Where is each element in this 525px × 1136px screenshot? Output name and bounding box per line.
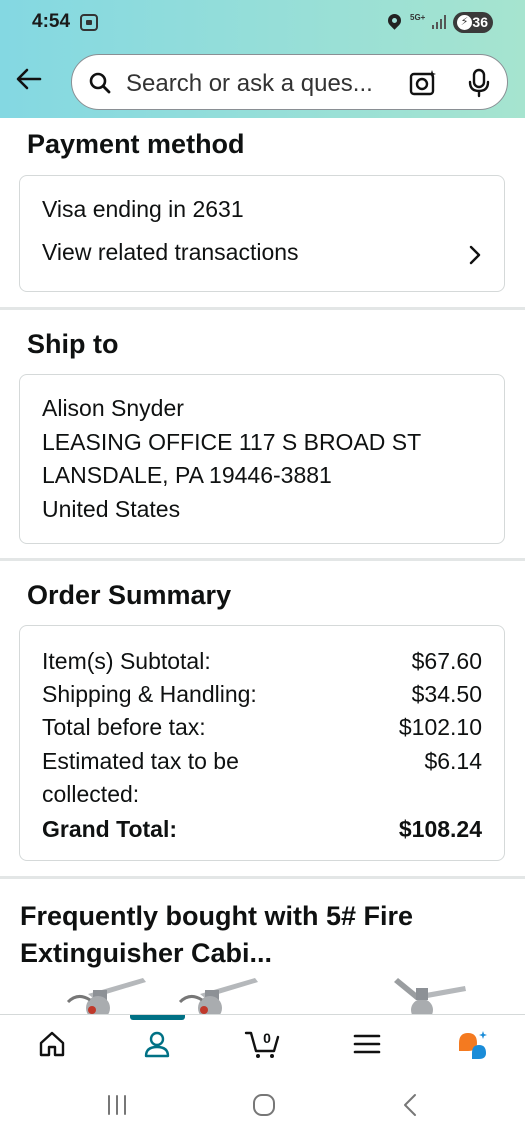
status-time: 4:54 <box>32 11 71 32</box>
summary-value: $67.60 <box>411 648 482 674</box>
product-image[interactable] <box>380 972 480 1017</box>
summary-row-tax: Estimated tax to be collected: $6.14 <box>42 748 482 814</box>
summary-label: Shipping & Handling: <box>42 681 257 707</box>
section-divider <box>0 558 525 561</box>
back-nav-icon[interactable] <box>398 1092 424 1118</box>
home-button-icon[interactable] <box>251 1092 277 1118</box>
section-divider <box>0 307 525 310</box>
section-divider <box>0 876 525 879</box>
summary-label: Item(s) Subtotal: <box>42 648 211 674</box>
ship-to-title: Ship to <box>27 329 119 359</box>
fire-extinguisher-image <box>178 978 258 1017</box>
view-transactions-label: View related transactions <box>42 239 299 265</box>
back-button[interactable] <box>14 64 44 94</box>
ship-address-line2: LANSDALE, PA 19446-3881 <box>42 462 332 488</box>
fire-extinguisher-image <box>66 978 146 1017</box>
ship-to-card: Alison Snyder LEASING OFFICE 117 S BROAD… <box>19 374 505 544</box>
arrow-left-icon <box>16 68 42 90</box>
frequently-bought-title: Frequently bought with 5# Fire Extinguis… <box>20 901 414 968</box>
rufus-icon <box>459 1031 487 1059</box>
cart-count: 0 <box>263 1030 271 1046</box>
top-header: 4:54 5G+ ⚡ 36 Search or ask a ques... <box>0 0 525 118</box>
system-navigation-bar <box>0 1076 525 1136</box>
order-summary-title: Order Summary <box>27 580 232 610</box>
payment-method-title: Payment method <box>27 129 245 159</box>
menu-icon <box>353 1034 381 1054</box>
signal-icon <box>432 15 448 29</box>
summary-value: $34.50 <box>411 681 482 707</box>
recent-apps-icon[interactable] <box>104 1092 130 1118</box>
nav-cart[interactable]: 0 <box>236 1015 296 1075</box>
nav-home[interactable] <box>23 1015 83 1075</box>
summary-label-cont: collected: <box>42 781 140 807</box>
product-image[interactable] <box>160 972 270 1017</box>
summary-label: Estimated tax to be <box>42 748 239 774</box>
home-icon <box>39 1031 65 1057</box>
payment-card: Visa ending in 2631 View related transac… <box>19 175 505 292</box>
ship-name: Alison Snyder <box>42 395 184 421</box>
order-summary-card: Item(s) Subtotal: $67.60 Shipping & Hand… <box>19 625 505 861</box>
summary-value: $102.10 <box>398 714 482 740</box>
grand-total-label: Grand Total: <box>42 816 178 842</box>
search-icon <box>89 72 111 94</box>
camera-search-icon[interactable] <box>408 68 438 98</box>
product-image[interactable] <box>48 972 158 1017</box>
battery-saver-icon: ⚡ <box>457 15 472 30</box>
nav-rufus[interactable] <box>442 1015 502 1075</box>
account-icon <box>144 1031 170 1058</box>
bottom-navigation: 0 <box>0 1014 525 1076</box>
status-bar: 4:54 5G+ ⚡ 36 <box>0 0 525 46</box>
battery-indicator: ⚡ 36 <box>453 12 493 33</box>
nav-account[interactable] <box>128 1015 188 1075</box>
location-icon <box>385 11 404 30</box>
search-bar[interactable]: Search or ask a ques... <box>71 54 508 110</box>
ship-country: United States <box>42 496 181 522</box>
network-label: 5G+ <box>410 13 426 22</box>
ship-address-line1: LEASING OFFICE 117 S BROAD ST <box>42 429 422 455</box>
payment-card-text: Visa ending in 2631 <box>42 196 244 222</box>
grand-total-value: $108.24 <box>398 816 482 842</box>
summary-value: $6.14 <box>424 748 482 774</box>
search-input[interactable]: Search or ask a ques... <box>126 70 373 98</box>
nav-menu[interactable] <box>338 1015 398 1075</box>
microphone-icon[interactable] <box>467 68 491 98</box>
summary-label: Total before tax: <box>42 714 206 740</box>
fire-extinguisher-image <box>394 978 466 1017</box>
battery-level: 36 <box>472 14 488 30</box>
chevron-right-icon <box>469 245 481 265</box>
screenshot-icon <box>80 14 98 31</box>
view-transactions-link[interactable]: View related transactions <box>20 232 504 278</box>
